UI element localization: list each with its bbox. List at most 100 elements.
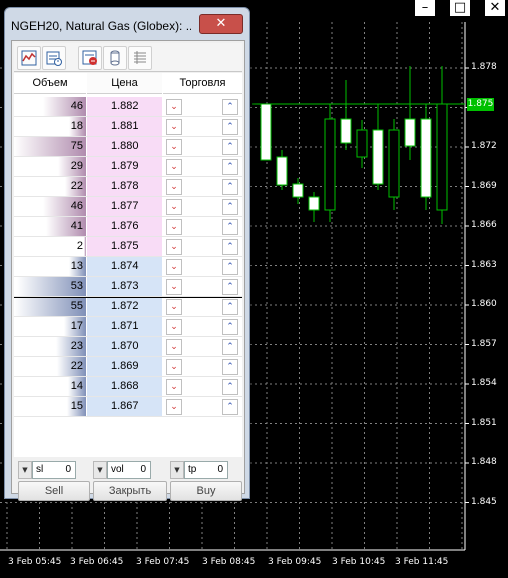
price-value[interactable]: 1.876 (87, 217, 162, 236)
price-value[interactable]: 1.880 (87, 137, 162, 156)
ask-row: 18 1.881 ⌄ ⌃ (14, 117, 242, 137)
bid-row: 55 1.872 ⌄ ⌃ (14, 297, 242, 317)
buy-arrow-icon[interactable]: ⌃ (222, 219, 238, 235)
buy-arrow-icon[interactable]: ⌃ (222, 159, 238, 175)
sell-arrow-icon[interactable]: ⌄ (166, 199, 182, 215)
sell-arrow-icon[interactable]: ⌄ (166, 379, 182, 395)
price-value[interactable]: 1.874 (87, 257, 162, 276)
list-icon[interactable] (128, 46, 152, 70)
tp-spin-arrow-icon[interactable]: ▼ (170, 461, 184, 479)
sell-arrow-icon[interactable]: ⌄ (166, 119, 182, 135)
sell-arrow-icon[interactable]: ⌄ (166, 99, 182, 115)
price-value[interactable]: 1.879 (87, 157, 162, 176)
close-position-button[interactable]: Закрыть (93, 481, 167, 501)
price-axis-label: 1.848 (471, 457, 497, 467)
sell-arrow-icon[interactable]: ⌄ (166, 399, 182, 415)
price-value[interactable]: 1.875 (87, 237, 162, 256)
price-value[interactable]: 1.873 (87, 277, 162, 296)
sell-arrow-icon[interactable]: ⌄ (166, 159, 182, 175)
price-value[interactable]: 1.882 (87, 97, 162, 116)
buy-arrow-icon[interactable]: ⌃ (222, 379, 238, 395)
ask-row: 46 1.882 ⌄ ⌃ (14, 97, 242, 117)
price-value[interactable]: 1.872 (87, 297, 162, 316)
price-value[interactable]: 1.871 (87, 317, 162, 336)
history-icon[interactable] (42, 46, 66, 70)
sell-arrow-icon[interactable]: ⌄ (166, 179, 182, 195)
cylinder-icon[interactable] (103, 46, 127, 70)
vol-spin-arrow-icon[interactable]: ▼ (93, 461, 107, 479)
volume-cell: 46 (14, 97, 86, 116)
buy-arrow-icon[interactable]: ⌃ (222, 199, 238, 215)
price-value[interactable]: 1.878 (87, 177, 162, 196)
tp-field[interactable]: tp 0 (184, 461, 228, 479)
sell-arrow-icon[interactable]: ⌄ (166, 319, 182, 335)
buy-arrow-icon[interactable]: ⌃ (222, 279, 238, 295)
buy-arrow-icon[interactable]: ⌃ (222, 99, 238, 115)
bid-row: 23 1.870 ⌄ ⌃ (14, 337, 242, 357)
bid-row: 22 1.869 ⌄ ⌃ (14, 357, 242, 377)
tp-spinner[interactable]: ▼ tp 0 (170, 461, 242, 479)
sell-arrow-icon[interactable]: ⌄ (166, 259, 182, 275)
chart-icon[interactable] (17, 46, 41, 70)
price-axis-label: 1.860 (471, 299, 497, 309)
sell-arrow-icon[interactable]: ⌄ (166, 359, 182, 375)
minimize-button[interactable]: – (415, 0, 435, 16)
sell-arrow-icon[interactable]: ⌄ (166, 299, 182, 315)
vol-field[interactable]: vol 0 (107, 461, 151, 479)
price-value[interactable]: 1.868 (87, 377, 162, 396)
depth-of-market-window[interactable]: NGEH20, Natural Gas (Globex): ... ✕ Объе… (4, 7, 250, 501)
buy-arrow-icon[interactable]: ⌃ (222, 319, 238, 335)
buy-arrow-icon[interactable]: ⌃ (222, 179, 238, 195)
sell-arrow-icon[interactable]: ⌄ (166, 279, 182, 295)
sl-spinner[interactable]: ▼ sl 0 (18, 461, 90, 479)
orders-icon[interactable] (78, 46, 102, 70)
bid-row: 13 1.874 ⌄ ⌃ (14, 257, 242, 277)
buy-arrow-icon[interactable]: ⌃ (222, 259, 238, 275)
volume-value: 13 (70, 260, 83, 272)
dom-toolbar (14, 43, 242, 72)
volume-bar (83, 237, 86, 256)
buy-arrow-icon[interactable]: ⌃ (222, 299, 238, 315)
trade-controls: ▼ sl 0 ▼ vol 0 ▼ tp 0 Sell Закрыть Buy (14, 459, 242, 501)
volume-cell: 29 (14, 157, 86, 176)
volume-value: 55 (70, 300, 83, 312)
time-axis-label: 3 Feb 09:45 (268, 557, 322, 567)
ask-row: 75 1.880 ⌄ ⌃ (14, 137, 242, 157)
buy-arrow-icon[interactable]: ⌃ (222, 359, 238, 375)
candle-body (404, 118, 416, 147)
sl-field[interactable]: sl 0 (32, 461, 76, 479)
sell-arrow-icon[interactable]: ⌄ (166, 139, 182, 155)
price-value[interactable]: 1.870 (87, 337, 162, 356)
price-value[interactable]: 1.869 (87, 357, 162, 376)
volume-cell: 75 (14, 137, 86, 156)
buy-arrow-icon[interactable]: ⌃ (222, 119, 238, 135)
buy-button[interactable]: Buy (170, 481, 242, 501)
dom-close-button[interactable]: ✕ (199, 14, 243, 34)
buy-arrow-icon[interactable]: ⌃ (222, 399, 238, 415)
price-value[interactable]: 1.877 (87, 197, 162, 216)
vol-label: vol (111, 464, 124, 475)
sl-spin-arrow-icon[interactable]: ▼ (18, 461, 32, 479)
price-value[interactable]: 1.881 (87, 117, 162, 136)
sell-button[interactable]: Sell (18, 481, 90, 501)
volume-cell: 41 (14, 217, 86, 236)
sell-arrow-icon[interactable]: ⌄ (166, 239, 182, 255)
candle-body (388, 129, 400, 198)
spread-divider (14, 297, 242, 298)
time-axis-label: 3 Feb 06:45 (70, 557, 124, 567)
buy-arrow-icon[interactable]: ⌃ (222, 239, 238, 255)
buy-arrow-icon[interactable]: ⌃ (222, 139, 238, 155)
ask-row: 2 1.875 ⌄ ⌃ (14, 237, 242, 257)
close-chart-button[interactable]: ✕ (485, 0, 505, 16)
vol-spinner[interactable]: ▼ vol 0 (93, 461, 165, 479)
volume-value: 29 (70, 160, 83, 172)
buy-arrow-icon[interactable]: ⌃ (222, 339, 238, 355)
price-value[interactable]: 1.867 (87, 397, 162, 416)
sell-arrow-icon[interactable]: ⌄ (166, 219, 182, 235)
maximize-button[interactable]: □ (450, 0, 470, 16)
bid-row: 15 1.867 ⌄ ⌃ (14, 397, 242, 417)
volume-value: 22 (70, 360, 83, 372)
price-axis-label: 1.863 (471, 259, 497, 270)
sell-arrow-icon[interactable]: ⌄ (166, 339, 182, 355)
price-header: Цена (87, 73, 162, 94)
